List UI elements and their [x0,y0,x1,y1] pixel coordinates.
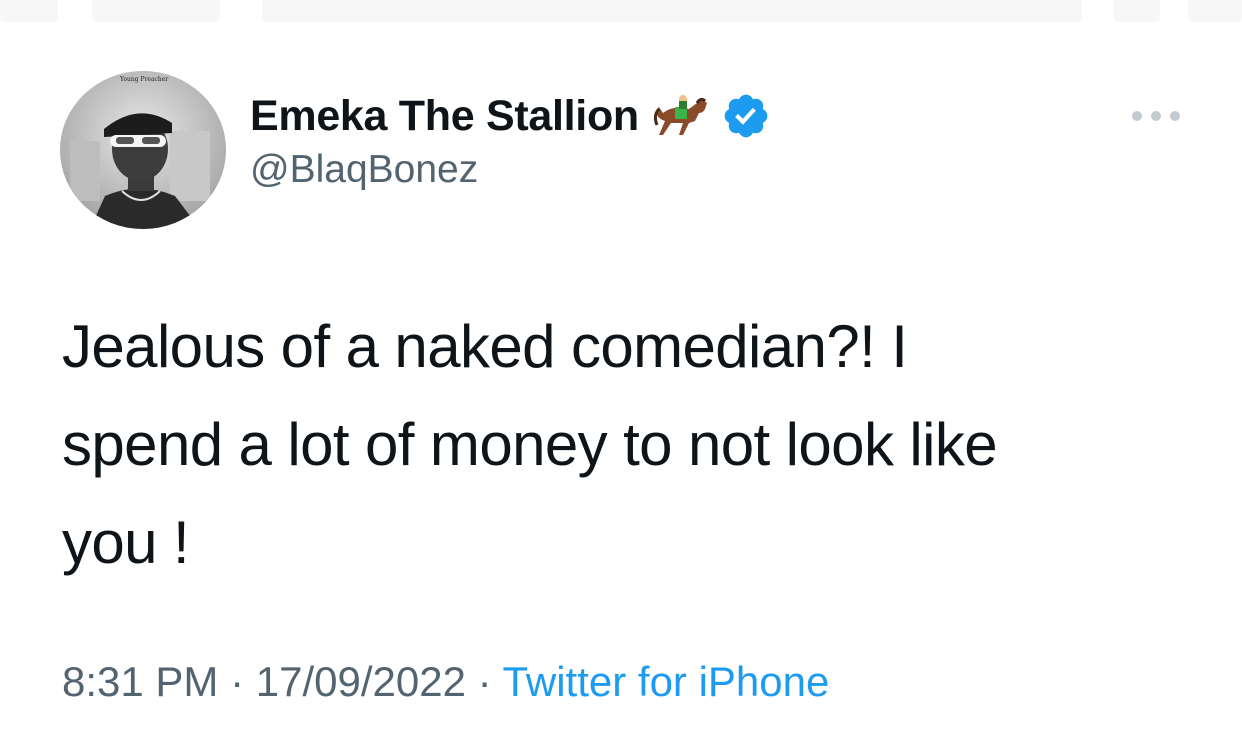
avatar-caption: Young Preacher [119,76,168,83]
strip-segment [262,0,1082,22]
user-handle[interactable]: @BlaqBonez [250,148,771,192]
tweet-time[interactable]: 8:31 PM [62,658,218,705]
horse-racing-icon [653,91,715,141]
more-options-icon [1170,111,1180,121]
display-name[interactable]: Emeka The Stallion [250,92,639,141]
strip-segment [1188,0,1242,22]
more-options-button[interactable] [1132,104,1180,128]
name-row: Emeka The Stallion [250,90,771,142]
more-options-icon [1151,111,1161,121]
strip-segment [1114,0,1160,22]
avatar-image: Young Preacher [60,71,226,229]
more-options-icon [1132,111,1142,121]
tweet-text: Jealous of a naked comedian?! I spend a … [62,298,1162,592]
tweet-date[interactable]: 17/09/2022 [256,658,466,705]
tweet-metadata: 8:31 PM · 17/09/2022 · Twitter for iPhon… [62,658,829,706]
tweet-source-link[interactable]: Twitter for iPhone [503,658,830,705]
author-block: Emeka The Stallion @BlaqBonez [250,90,771,192]
avatar[interactable]: Young Preacher [60,71,226,229]
tweet-text-line: spend a lot of money to not look like [62,411,998,478]
tweet-text-line: you ! [62,509,190,576]
meta-separator: · [218,658,256,705]
strip-segment [92,0,220,22]
meta-separator: · [465,658,503,705]
tweet-text-line: Jealous of a naked comedian?! I [62,313,908,380]
verified-badge-icon [721,91,771,141]
strip-segment [0,0,58,22]
top-strip [0,0,1242,22]
